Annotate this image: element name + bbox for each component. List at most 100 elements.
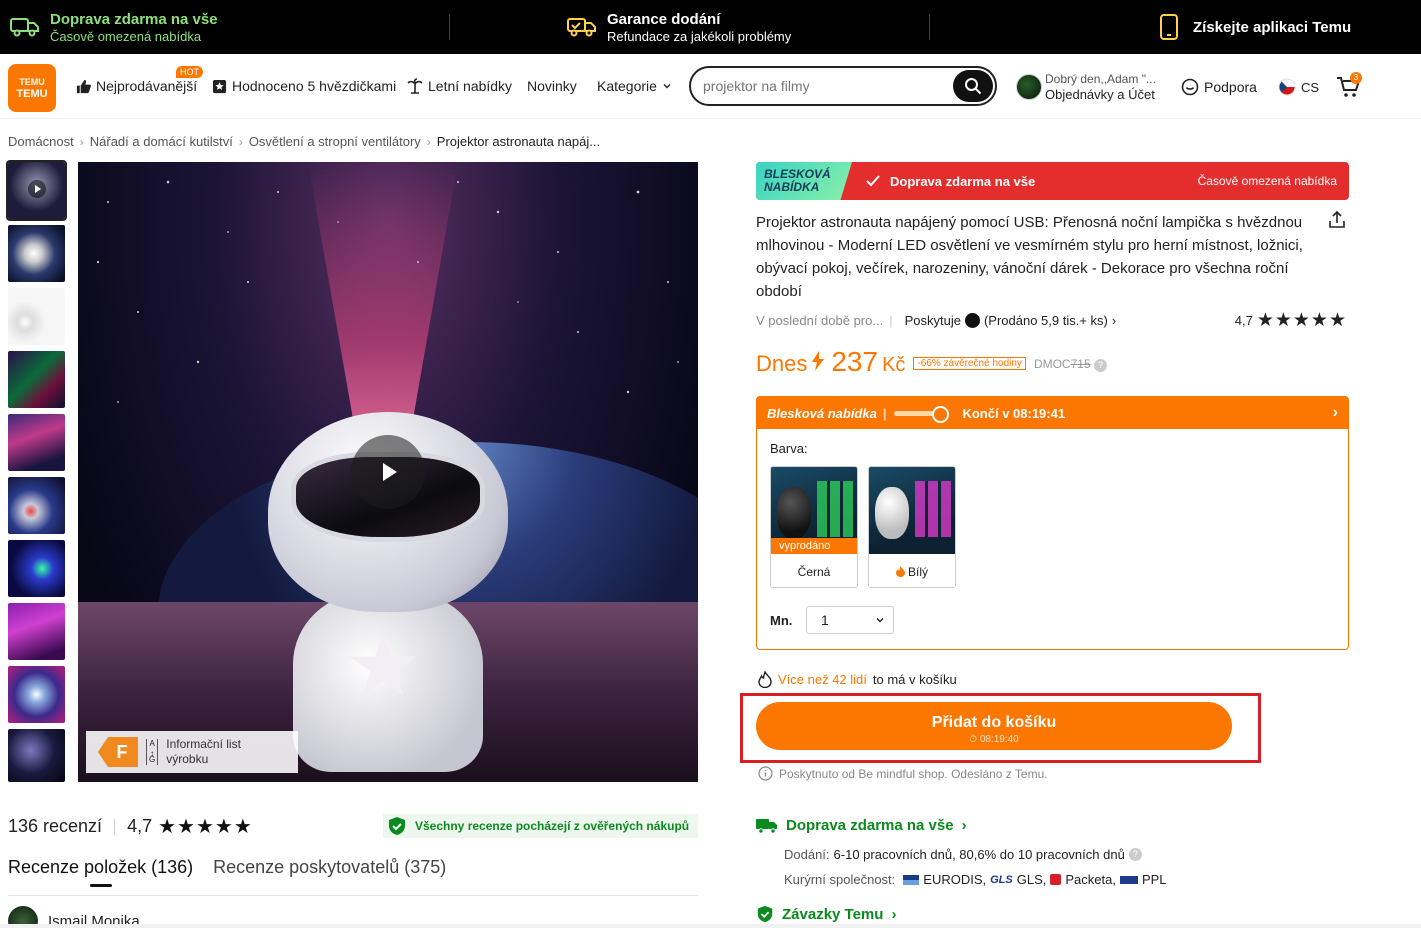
delivery-info: Dodání: 6-10 pracovních dnů, 80,6% do 10… [784, 847, 1142, 862]
flash-offer-title: Blesková nabídka [767, 405, 877, 421]
get-app-promo[interactable]: Získejte aplikaci Temu [929, 0, 1421, 54]
product-main-image[interactable]: F A ↕ G Informační list výrobku [78, 162, 698, 782]
thumbnail[interactable] [8, 225, 65, 282]
temu-logo[interactable]: TEMU TEMU [8, 64, 56, 112]
chevron-right-icon: › [891, 905, 897, 923]
price-currency: Kč [882, 354, 906, 376]
chevron-right-icon: › [1111, 313, 1117, 328]
phone-icon [1160, 14, 1178, 40]
nav-summer-label: Letní nabídky [428, 78, 513, 94]
site-header: TEMU TEMU Nejprodávanější HOT Hodnoceno … [0, 54, 1421, 119]
courier-name: GLS, [1016, 872, 1047, 887]
sold-count: (Prodáno 5,9 tis.+ ks) [983, 313, 1108, 328]
shipping-title-text: Doprava zdarma na vše [786, 817, 954, 834]
nav-categories-label: Kategorie [597, 78, 657, 94]
play-icon [383, 463, 397, 481]
delivery-guarantee-promo[interactable]: Garance dodání Refundace za jakékoli pro… [449, 0, 929, 54]
product-rating[interactable]: 4,7 ★★★★★ [1235, 309, 1347, 332]
free-shipping-title: Doprava zdarma na vše [50, 10, 218, 28]
thumbnail-video[interactable] [6, 160, 67, 221]
nav-bestsellers-label: Nejprodávanější [96, 78, 198, 94]
courier-label: Kurýrní společnost: [784, 872, 896, 887]
language-selector[interactable]: CS [1278, 78, 1319, 96]
packeta-logo-icon [1050, 874, 1062, 885]
flash-limited-text: Časově omezená nabídka [1197, 174, 1337, 188]
help-icon[interactable]: ? [1093, 359, 1107, 372]
in-cart-notice: Více než 42 lidí to má v košíku [758, 671, 957, 688]
breadcrumb-item[interactable]: Domácnost [8, 134, 74, 149]
nav-five-stars[interactable]: Hodnoceno 5 hvězdičkami [212, 78, 396, 94]
support-label: Podpora [1204, 79, 1257, 95]
courier-name: PPL [1141, 872, 1167, 887]
help-icon[interactable]: ? [1128, 848, 1142, 861]
nav-five-stars-label: Hodnoceno 5 hvězdičkami [232, 78, 397, 94]
truck-icon [10, 18, 39, 37]
recently-text[interactable]: V poslední době pro... [756, 313, 883, 328]
flash-badge: BLESKOVÁ NABÍDKA [756, 162, 852, 200]
thumbnail[interactable] [8, 351, 65, 408]
free-shipping-sub: Časově omezená nabídka [50, 28, 202, 44]
get-app-label: Získejte aplikaci Temu [1193, 18, 1352, 36]
provider-link[interactable]: Poskytuje (Prodáno 5,9 tis.+ ks) › [905, 313, 1117, 328]
courier-name: Packeta, [1065, 872, 1116, 887]
color-option-black[interactable]: vyprodáno Černá [770, 466, 858, 588]
play-video-button[interactable] [351, 435, 425, 509]
support-link[interactable]: Podpora [1181, 78, 1257, 96]
flash-offer-box: Blesková nabídka | Končí v 08:19:41 › Ba… [756, 396, 1349, 650]
delivery-value: 6-10 pracovních dnů, 80,6% do 10 pracovn… [833, 847, 1125, 862]
account-menu[interactable]: Dobrý den,,Adam "... Objednávky a Účet [1045, 72, 1156, 102]
account-orders: Objednávky a Účet [1045, 87, 1155, 102]
language-label: CS [1301, 79, 1320, 95]
energy-class: F [98, 737, 138, 767]
rrp-price: DMOC715 ? [1034, 357, 1107, 372]
thumbs-up-icon [76, 79, 91, 93]
tab-item-reviews[interactable]: Recenze položek (136) [8, 857, 193, 887]
nav-summer[interactable]: Letní nabídky [407, 78, 512, 94]
review-tabs: Recenze položek (136) Recenze poskytovat… [8, 857, 446, 887]
temu-commitments-title[interactable]: Závazky Temu › [756, 905, 896, 923]
light-modes-preview [817, 481, 853, 537]
nav-bestsellers[interactable]: Nejprodávanější [76, 78, 197, 94]
truck-check-icon [567, 18, 596, 37]
check-icon [866, 175, 880, 187]
thumbnail[interactable] [8, 477, 65, 534]
breadcrumb-item[interactable]: Osvětlení a stropní ventilátory [249, 134, 421, 149]
truck-icon [756, 818, 777, 834]
search-input[interactable] [703, 78, 943, 94]
flash-offer-header[interactable]: Blesková nabídka | Končí v 08:19:41 › [757, 397, 1348, 429]
color-option-white[interactable]: Bílý [868, 466, 956, 588]
flame-icon [895, 566, 905, 577]
thumbnail[interactable] [8, 666, 65, 723]
search-button[interactable] [953, 70, 993, 102]
energy-scale-bottom: G [149, 755, 156, 764]
color-option-name: Bílý [907, 564, 928, 579]
chevron-right-icon: › [1332, 404, 1338, 421]
energy-label-link[interactable]: F A ↕ G Informační list výrobku [86, 731, 298, 773]
breadcrumb-item[interactable]: Nářadí a domácí kutilství [90, 134, 233, 149]
color-option-image: vyprodáno [771, 467, 857, 554]
divider: | [889, 313, 893, 328]
reviews-rating: 4,7 [127, 816, 153, 836]
promo-topbar: Doprava zdarma na vše Časově omezená nab… [0, 0, 1421, 54]
shipping-section-title[interactable]: Doprava zdarma na vše › [756, 817, 967, 834]
nav-categories[interactable]: Kategorie [597, 78, 672, 94]
divider [8, 895, 698, 896]
add-to-cart-button[interactable]: Přidat do košíku ⏱ 08:19:40 [756, 702, 1232, 750]
share-button[interactable] [1327, 210, 1347, 235]
thumbnail[interactable] [8, 603, 65, 660]
energy-label-line2: výrobku [166, 752, 209, 766]
free-shipping-promo[interactable]: Doprava zdarma na vše Časově omezená nab… [0, 0, 449, 54]
avatar[interactable] [1016, 74, 1042, 100]
color-option-label: Bílý [869, 554, 955, 587]
reviews-count[interactable]: 136 recenzí [8, 816, 102, 837]
thumbnail[interactable] [8, 414, 65, 471]
tab-provider-reviews[interactable]: Recenze poskytovatelů (375) [213, 857, 446, 878]
black-astronaut [777, 487, 811, 539]
thumbnail[interactable] [8, 540, 65, 597]
quantity-select[interactable]: 1 [806, 606, 894, 634]
nav-news[interactable]: Novinky [527, 78, 577, 94]
thumbnail[interactable] [8, 288, 65, 345]
ppl-logo-icon [1119, 875, 1138, 884]
product-meta: V poslední době pro... | Poskytuje (Prod… [756, 310, 1349, 331]
thumbnail[interactable] [8, 729, 65, 782]
